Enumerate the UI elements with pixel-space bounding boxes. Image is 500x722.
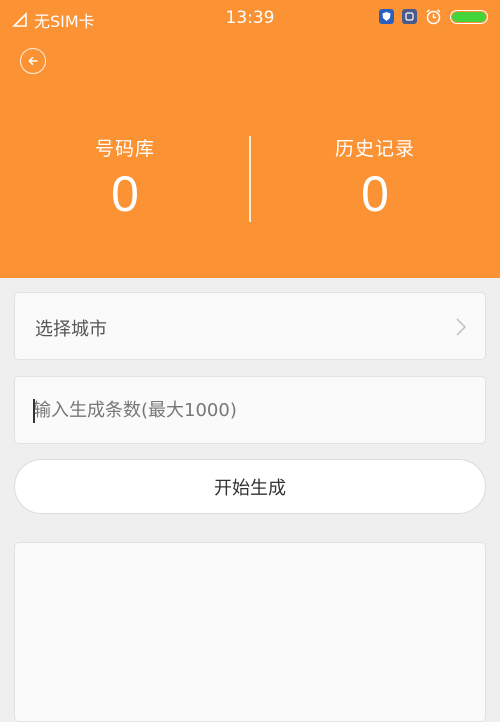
chevron-right-icon <box>456 318 467 336</box>
battery-icon <box>450 9 488 24</box>
status-right <box>379 8 488 25</box>
history-label: 历史记录 <box>334 138 415 160</box>
alarm-clock-icon <box>426 9 441 25</box>
city-select-label: 选择城市 <box>35 319 107 340</box>
header-panel: 无SIM卡 13:39 号码库 0 历史记录 0 <box>0 0 500 278</box>
number-library-label: 号码库 <box>94 138 155 160</box>
count-input[interactable] <box>15 377 485 443</box>
app-notification-icon <box>402 9 417 24</box>
number-library-count: 0 <box>111 166 139 222</box>
count-input-container <box>14 376 486 444</box>
shield-icon <box>379 9 394 24</box>
number-library-stat[interactable]: 号码库 0 <box>0 134 250 222</box>
battery-level <box>452 11 486 22</box>
status-bar: 无SIM卡 13:39 <box>0 0 500 36</box>
start-generate-button[interactable]: 开始生成 <box>14 459 486 514</box>
back-arrow-icon <box>28 57 38 65</box>
history-stat[interactable]: 历史记录 0 <box>250 134 500 222</box>
text-caret <box>33 399 35 423</box>
history-count: 0 <box>361 166 389 222</box>
result-area <box>14 542 486 722</box>
city-select[interactable]: 选择城市 <box>14 292 486 360</box>
back-button[interactable] <box>20 48 46 74</box>
